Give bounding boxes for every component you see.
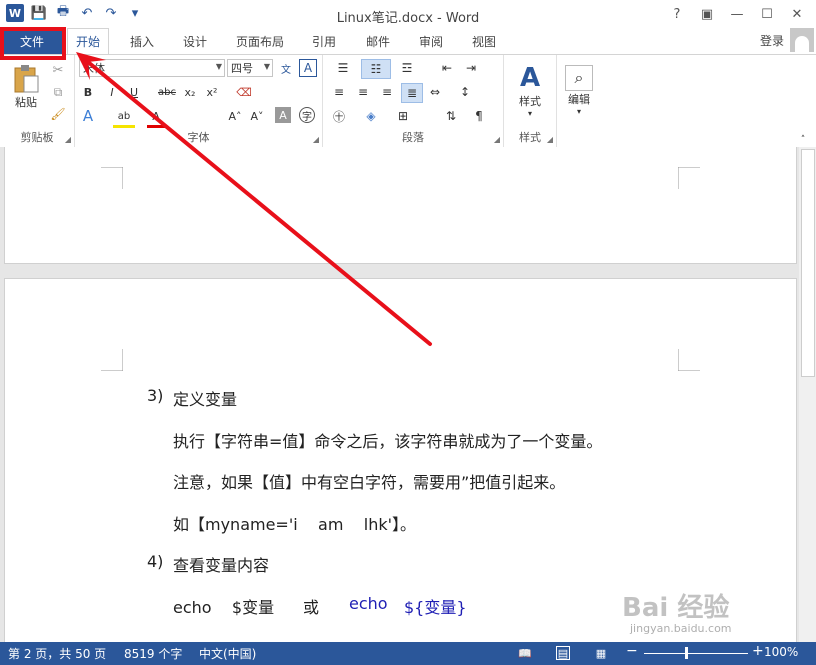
annotation-arrow-icon xyxy=(76,52,432,346)
